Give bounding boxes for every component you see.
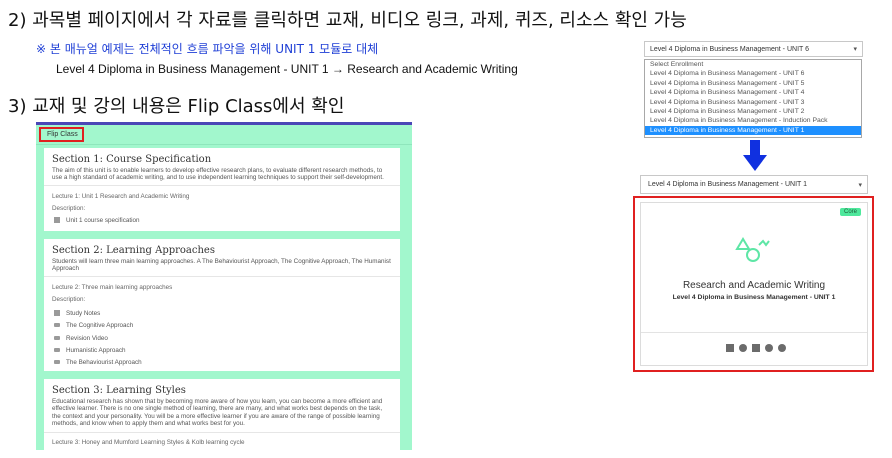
cloud-download-icon[interactable] — [778, 344, 786, 352]
item-label: The Behaviourist Approach — [66, 359, 142, 366]
item-label: The Cognitive Approach — [66, 322, 134, 329]
video-icon — [54, 323, 60, 327]
course-title[interactable]: Research and Academic Writing — [641, 280, 867, 291]
section-description: The aim of this unit is to enable learne… — [52, 167, 384, 182]
document-icon — [54, 310, 60, 316]
lecture-title[interactable]: Lecture 2: Three main learning approache… — [52, 284, 172, 291]
dropdown-option[interactable]: Level 4 Diploma in Business Management -… — [645, 98, 861, 107]
dropdown-option[interactable]: Level 4 Diploma in Business Management -… — [645, 107, 861, 116]
video-icon — [54, 360, 60, 364]
enrollment-select[interactable]: Level 4 Diploma in Business Management -… — [644, 41, 863, 57]
section-title: Section 3: Learning Styles — [52, 385, 186, 396]
chat-icon[interactable] — [739, 344, 747, 352]
section-description: Students will learn three main learning … — [52, 258, 391, 273]
core-badge: Core — [839, 208, 861, 216]
enrollment-select-selected[interactable]: Level 4 Diploma in Business Management -… — [640, 175, 868, 194]
section-divider — [44, 185, 400, 186]
panel-top-bar — [36, 122, 412, 125]
manual-note: ※ 본 매뉴얼 예제는 전체적인 흐름 파악을 위해 UNIT 1 모듈로 대체 — [36, 42, 379, 56]
list-item[interactable]: The Behaviourist Approach — [54, 359, 142, 366]
select-value: Level 4 Diploma in Business Management -… — [650, 46, 810, 53]
step2-heading: 2) 과목별 페이지에서 각 자료를 클릭하면 교재, 비디오 링크, 과제, … — [8, 10, 687, 31]
list-icon[interactable] — [752, 344, 760, 352]
section-title: Section 2: Learning Approaches — [52, 245, 215, 256]
list-item[interactable]: The Cognitive Approach — [54, 322, 133, 329]
section-title: Section 1: Course Specification — [52, 154, 212, 165]
item-label: Humanistic Approach — [66, 347, 126, 354]
dropdown-option[interactable]: Level 4 Diploma in Business Management -… — [645, 69, 861, 78]
chevron-down-icon: ▾ — [853, 46, 857, 53]
list-item[interactable]: Unit 1 course specification — [54, 217, 140, 224]
select-value: Level 4 Diploma in Business Management -… — [648, 181, 808, 188]
card-divider — [641, 332, 867, 333]
section-card: Section 1: Course Specification The aim … — [44, 148, 400, 231]
section-description: Educational research has shown that by b… — [52, 398, 383, 428]
section-card: Section 3: Learning Styles Educational r… — [44, 379, 400, 450]
flip-class-tab[interactable]: Flip Class — [39, 127, 84, 142]
dropdown-option[interactable]: Level 4 Diploma in Business Management -… — [645, 79, 861, 88]
item-label: Unit 1 course specification — [66, 217, 140, 224]
section-divider — [44, 276, 400, 277]
card-actions — [716, 344, 796, 354]
list-item[interactable]: Study Notes — [54, 310, 100, 317]
video-icon — [54, 336, 60, 340]
document-icon — [54, 217, 60, 223]
list-item[interactable]: Revision Video — [54, 335, 108, 342]
lecture-title[interactable]: Lecture 3: Honey and Mumford Learning St… — [52, 439, 245, 446]
section-card: Section 2: Learning Approaches Students … — [44, 239, 400, 371]
chevron-down-icon: ▾ — [858, 182, 862, 189]
description-label: Description: — [52, 296, 86, 303]
dropdown-option[interactable]: Level 4 Diploma in Business Management -… — [645, 116, 861, 125]
video-icon — [54, 348, 60, 352]
course-subtitle: Level 4 Diploma in Business Management -… — [672, 294, 836, 301]
course-card[interactable]: Core Research and Academic Writing Level… — [640, 202, 868, 366]
help-icon[interactable] — [765, 344, 773, 352]
list-item[interactable]: Humanistic Approach — [54, 347, 126, 354]
section-divider — [44, 432, 400, 433]
dropdown-option[interactable]: Select Enrollment — [645, 60, 861, 69]
flip-class-panel: Flip Class Section 1: Course Specificati… — [36, 122, 412, 450]
panel-divider — [36, 144, 412, 145]
dropdown-option-selected[interactable]: Level 4 Diploma in Business Management -… — [645, 125, 861, 136]
lecture-title[interactable]: Lecture 1: Unit 1 Research and Academic … — [52, 193, 189, 200]
enrollment-dropdown: Select Enrollment Level 4 Diploma in Bus… — [644, 59, 862, 138]
item-label: Study Notes — [66, 310, 101, 317]
item-label: Revision Video — [66, 335, 108, 342]
book-icon[interactable] — [726, 344, 734, 352]
course-path: Level 4 Diploma in Business Management -… — [56, 62, 518, 76]
step3-heading: 3) 교재 및 강의 내용은 Flip Class에서 확인 — [8, 96, 345, 117]
course-logo-icon — [735, 237, 770, 262]
description-label: Description: — [52, 205, 86, 212]
arrow-down-icon — [743, 140, 767, 171]
dropdown-option[interactable]: Level 4 Diploma in Business Management -… — [645, 88, 861, 97]
